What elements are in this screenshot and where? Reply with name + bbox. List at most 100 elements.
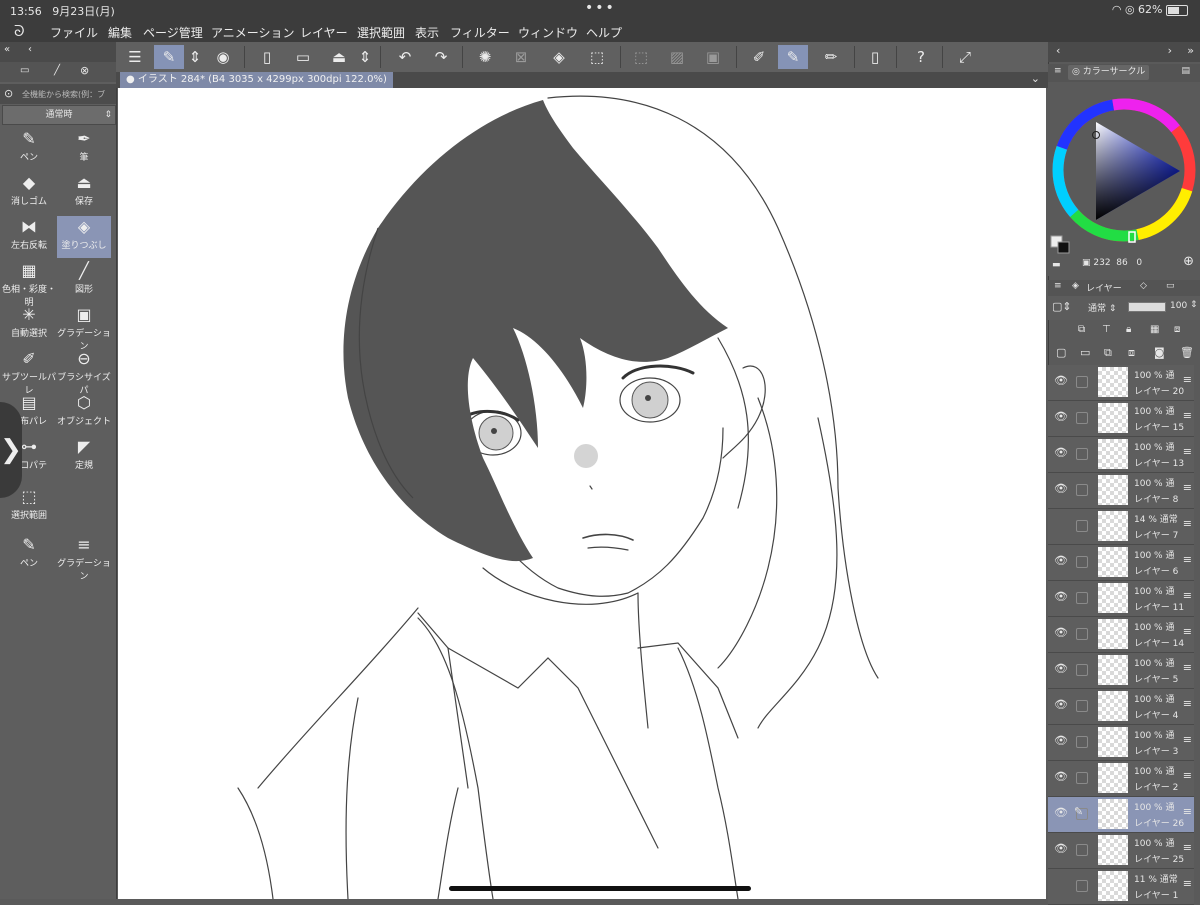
layer-checkbox[interactable]	[1076, 736, 1088, 748]
loading-icon[interactable]: ✺	[470, 45, 500, 69]
layer-menu-icon[interactable]: ≡	[1183, 733, 1192, 746]
mask-icon[interactable]: ⧈	[1174, 324, 1180, 335]
layer-menu-icon[interactable]: ≡	[1183, 877, 1192, 890]
eye-icon[interactable]: 👁︎	[1054, 590, 1068, 603]
brush-icon[interactable]: ✎	[778, 45, 808, 69]
layer-row[interactable]: 👁︎ 100 % 通レイヤー 3 ≡	[1048, 725, 1194, 761]
smartphone-icon[interactable]: ▯	[860, 45, 890, 69]
blend-mode-select[interactable]: 通常 ⇕	[1088, 301, 1116, 314]
layer-checkbox[interactable]	[1076, 520, 1088, 532]
layer-row[interactable]: 11 % 通常 レイヤー 1 ≡	[1048, 869, 1194, 905]
menu-filter[interactable]: フィルター	[450, 24, 510, 41]
color-wheel-svg[interactable]	[1048, 82, 1200, 276]
tab-navigator-icon[interactable]: ▭	[1166, 281, 1175, 291]
swap-color-icon[interactable]: ▬	[1052, 260, 1061, 270]
layer-row[interactable]: 👁︎ 100 % 通レイヤー 8 ≡	[1048, 473, 1194, 509]
chevron-left-icon[interactable]: ‹	[28, 44, 32, 55]
app-logo-icon[interactable]: ᘐ	[14, 22, 25, 40]
menu-icon[interactable]: ≡	[1054, 281, 1062, 291]
tab-brush-icon[interactable]: ╱	[54, 65, 60, 76]
layer-type-icon[interactable]: ▢⇕	[1052, 300, 1072, 313]
layer-row[interactable]: 👁︎ ✎ 100 % 通レイヤー 26 ≡	[1048, 797, 1194, 833]
layer-row[interactable]: 👁︎ 100 % 通レイヤー 13 ≡	[1048, 437, 1194, 473]
pencil-icon[interactable]: ✏	[816, 45, 846, 69]
menu-animation[interactable]: アニメーション	[211, 24, 295, 41]
menu-help[interactable]: ヘルプ	[586, 24, 622, 41]
mode-select[interactable]: 通常時 ⇕	[2, 105, 116, 125]
drawing-canvas[interactable]	[118, 88, 1046, 899]
layer-row[interactable]: 👁︎ 100 % 通レイヤー 15 ≡	[1048, 401, 1194, 437]
layer-checkbox[interactable]	[1076, 448, 1088, 460]
open-folder-icon[interactable]: ▭	[288, 45, 318, 69]
edit-mode-icon[interactable]: ✎	[154, 45, 184, 69]
layer-row[interactable]: 👁︎ 100 % 通レイヤー 11 ≡	[1048, 581, 1194, 617]
tool-search[interactable]: ⊙ 全機能から検索(例：ブ	[0, 84, 116, 104]
layer-checkbox[interactable]	[1076, 484, 1088, 496]
layer-menu-icon[interactable]: ≡	[1183, 625, 1192, 638]
layer-checkbox[interactable]	[1076, 844, 1088, 856]
eye-icon[interactable]: 👁︎	[1054, 482, 1068, 495]
merge-down-icon[interactable]: ⧈	[1128, 346, 1135, 360]
tool-gradient2[interactable]: ≡ グラデーション	[57, 534, 111, 582]
pen-icon[interactable]: ✐	[744, 45, 774, 69]
multitask-dots[interactable]: •••	[585, 0, 616, 16]
layer-row[interactable]: 👁︎ 100 % 通レイヤー 6 ≡	[1048, 545, 1194, 581]
eye-icon[interactable]: 👁︎	[1054, 806, 1068, 819]
tab-layer-property-icon[interactable]: ◇	[1140, 281, 1147, 291]
tool-fill[interactable]: ◈ 塗りつぶし	[57, 216, 111, 258]
layer-menu-icon[interactable]: ≡	[1183, 517, 1192, 530]
eye-icon[interactable]: 👁︎	[1054, 734, 1068, 747]
chevron-down-icon[interactable]: ⌄	[1031, 72, 1040, 85]
tool-hue[interactable]: ▦ 色相・彩度・明	[2, 260, 56, 308]
tool-auto-select[interactable]: ✳ 自動選択	[2, 304, 56, 346]
layer-row[interactable]: 👁︎ 100 % 通レイヤー 5 ≡	[1048, 653, 1194, 689]
tab-search-icon[interactable]: ⊗	[80, 64, 89, 77]
updown-icon[interactable]: ⇕	[1190, 300, 1198, 310]
eye-icon[interactable]: 👁︎	[1054, 554, 1068, 567]
new-folder-icon[interactable]: ▭	[1080, 346, 1090, 359]
tool-save[interactable]: ⏏ 保存	[57, 172, 111, 214]
layer-checkbox[interactable]	[1076, 772, 1088, 784]
tab-color-set-icon[interactable]: ▤	[1181, 66, 1190, 76]
layer-row[interactable]: 👁︎ 100 % 通レイヤー 25 ≡	[1048, 833, 1194, 869]
chevron-right-icon[interactable]: ›	[1168, 44, 1172, 57]
layer-mask-icon[interactable]: ◙	[1154, 346, 1165, 359]
layer-row[interactable]: 14 % 通常 レイヤー 7 ≡	[1048, 509, 1194, 545]
layer-menu-icon[interactable]: ≡	[1183, 841, 1192, 854]
tool-gradient[interactable]: ▣ グラデーション	[57, 304, 111, 352]
eye-icon[interactable]: 👁︎	[1054, 446, 1068, 459]
redo-icon[interactable]: ↷	[426, 45, 456, 69]
tool-ruler[interactable]: ◤ 定規	[57, 436, 111, 478]
document-tab[interactable]: ● イラスト 284* (B4 3035 x 4299px 300dpi 122…	[120, 72, 393, 88]
tool-shape[interactable]: ╱ 図形	[57, 260, 111, 302]
layer-checkbox[interactable]	[1076, 592, 1088, 604]
layer-menu-icon[interactable]: ≡	[1183, 805, 1192, 818]
menu-file[interactable]: ファイル	[50, 24, 98, 41]
lock-icon[interactable]: 🔒︎	[1126, 324, 1131, 335]
fill-bucket-icon[interactable]: ◈	[544, 45, 574, 69]
menu-edit[interactable]: 編集	[108, 24, 132, 41]
layer-row[interactable]: 👁︎ 100 % 通レイヤー 2 ≡	[1048, 761, 1194, 797]
menu-hamburger-icon[interactable]: ☰	[120, 45, 150, 69]
layer-checkbox[interactable]	[1076, 412, 1088, 424]
clip-icon[interactable]: ⧉	[1078, 324, 1085, 335]
layer-menu-icon[interactable]: ≡	[1183, 373, 1192, 386]
layer-checkbox[interactable]	[1076, 700, 1088, 712]
collapse-icon[interactable]: »	[1187, 44, 1194, 57]
deselect-icon[interactable]: ⬚	[626, 45, 656, 69]
lock-alpha-icon[interactable]: ▦	[1150, 324, 1159, 335]
tool-brush[interactable]: ✒ 筆	[57, 128, 111, 170]
layer-row[interactable]: 👁︎ 100 % 通レイヤー 4 ≡	[1048, 689, 1194, 725]
eye-icon[interactable]: 👁︎	[1054, 842, 1068, 855]
invert-selection-icon[interactable]: ▨	[662, 45, 692, 69]
tab-tool-icon[interactable]: ▭	[20, 65, 29, 76]
layer-menu-icon[interactable]: ≡	[1183, 769, 1192, 782]
menu-window[interactable]: ウィンドウ	[518, 24, 578, 41]
new-raster-layer-icon[interactable]: ▢	[1056, 346, 1066, 359]
menu-page[interactable]: ページ管理	[143, 24, 203, 41]
layer-menu-icon[interactable]: ≡	[1183, 697, 1192, 710]
tool-flip[interactable]: ⧓ 左右反転	[2, 216, 56, 258]
chevron-left-icon[interactable]: ‹	[1056, 44, 1060, 57]
tab-color-circle[interactable]: ◎ カラーサークル	[1068, 65, 1150, 80]
export-icon[interactable]: ⏏	[324, 45, 354, 69]
